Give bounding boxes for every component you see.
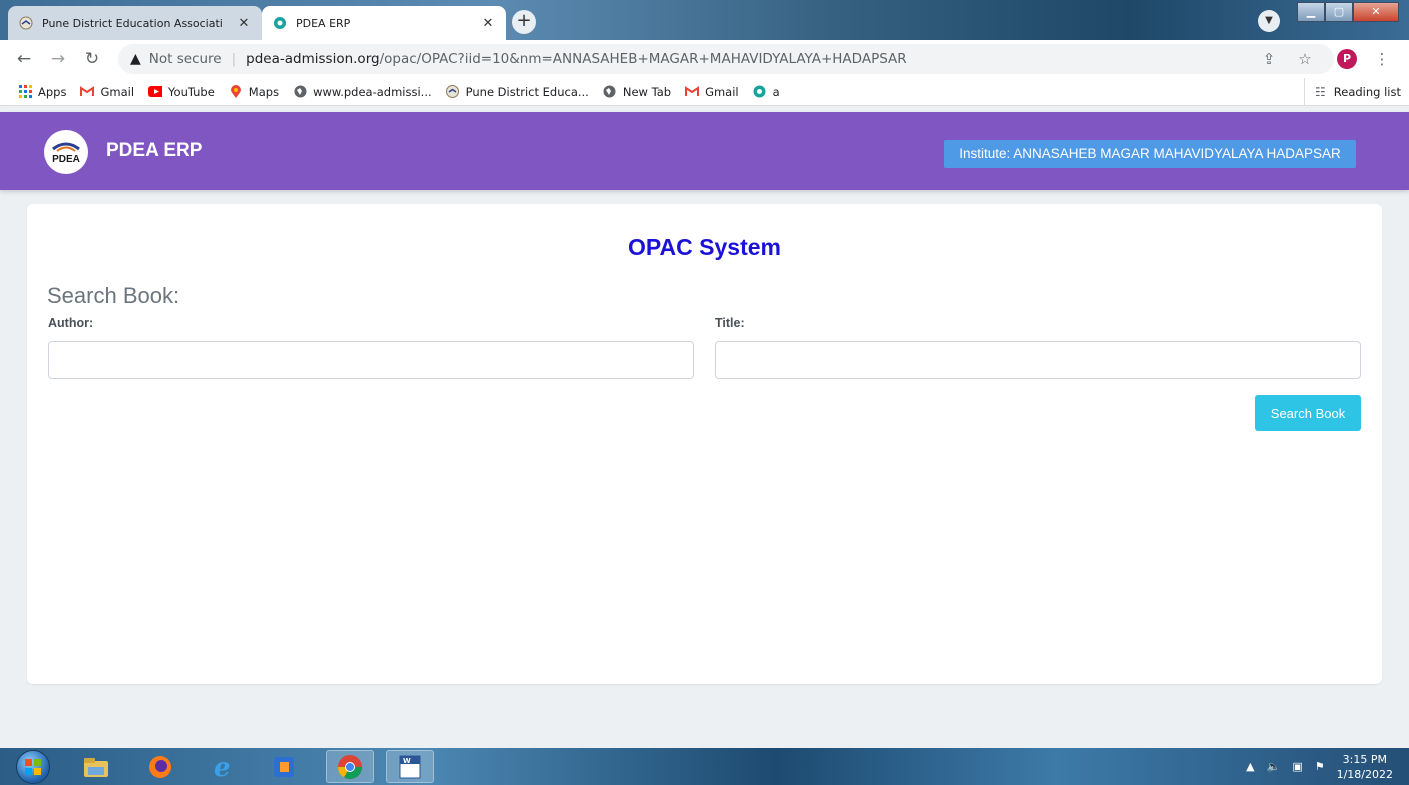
bookmark-label: New Tab <box>622 84 672 99</box>
gmail-icon <box>80 85 95 99</box>
bookmark-label: Apps <box>38 84 67 99</box>
maximize-icon[interactable]: ▢ <box>1325 2 1353 22</box>
bookmark-gmail-2[interactable]: Gmail <box>685 85 739 99</box>
author-label: Author: <box>48 316 94 330</box>
bookmark-new-tab[interactable]: New Tab <box>603 85 671 99</box>
pdea-favicon-icon <box>18 15 34 31</box>
bookmark-youtube[interactable]: YouTube <box>148 85 215 99</box>
bookmark-label: Gmail <box>705 84 739 99</box>
windows-logo-icon <box>25 759 41 775</box>
url-path: /opac/OPAC?iid=10&nm=ANNASAHEB+MAGAR+MAH… <box>379 51 907 67</box>
word-taskbar-icon[interactable]: W <box>386 750 434 783</box>
bookmark-star-icon[interactable]: ☆ <box>1295 49 1315 69</box>
menu-kebab-icon[interactable]: ⋮ <box>1372 49 1392 69</box>
show-hidden-icons-icon[interactable]: ▲ <box>1246 760 1254 773</box>
globe-icon <box>293 85 307 99</box>
action-center-flag-icon[interactable]: ⚑ <box>1315 760 1325 773</box>
windows-taskbar: e W ▲ 🔈 ▣ ⚑ 3:15 PM 1/18/2022 <box>0 748 1409 785</box>
bookmark-label: www.pdea-admissi... <box>313 84 432 99</box>
share-icon[interactable]: ⇪ <box>1259 49 1279 69</box>
minimize-icon[interactable]: ▁ <box>1297 2 1325 22</box>
bookmark-label: Gmail <box>100 84 135 99</box>
maps-icon <box>229 84 243 99</box>
explorer-taskbar-icon[interactable] <box>76 750 116 783</box>
bookmark-a[interactable]: a <box>753 85 780 99</box>
reading-list-icon: ☷ <box>1315 85 1326 99</box>
logo-emblem-icon <box>52 142 80 152</box>
youtube-icon <box>148 85 163 99</box>
site-favicon-icon <box>272 15 288 31</box>
reading-list-label: Reading list <box>1333 85 1401 99</box>
opac-card: OPAC System Search Book: Author: Title: … <box>27 204 1382 684</box>
svg-text:e: e <box>214 754 231 780</box>
app-header: PDEA PDEA ERP Institute: ANNASAHEB MAGAR… <box>0 112 1409 190</box>
firefox-taskbar-icon[interactable] <box>140 750 180 783</box>
clock-time: 3:15 PM <box>1342 752 1387 766</box>
bookmark-label: Pune District Educa... <box>465 84 589 99</box>
reload-icon[interactable]: ↻ <box>82 49 102 69</box>
tab-label: PDEA ERP <box>296 16 351 30</box>
page-body: PDEA PDEA ERP Institute: ANNASAHEB MAGAR… <box>0 106 1409 748</box>
bookmark-label: YouTube <box>168 84 215 99</box>
tab-pune-district[interactable]: Pune District Education Associati ✕ <box>8 6 262 40</box>
bookmark-label: a <box>772 84 780 99</box>
browser-tab-strip: Pune District Education Associati ✕ PDEA… <box>0 0 1409 40</box>
forward-arrow-icon[interactable]: → <box>48 49 68 69</box>
search-book-button[interactable]: Search Book <box>1255 395 1361 431</box>
new-tab-button[interactable]: + <box>512 10 536 34</box>
globe-icon <box>603 85 617 99</box>
start-button[interactable] <box>16 750 50 784</box>
network-icon[interactable]: ▣ <box>1292 760 1302 773</box>
gmail-icon <box>685 85 700 99</box>
svg-text:W: W <box>403 757 411 765</box>
divider: | <box>231 51 237 67</box>
bookmark-apps[interactable]: Apps <box>18 85 66 99</box>
bookmark-label: Maps <box>248 84 280 99</box>
site-icon <box>753 85 767 99</box>
internet-explorer-taskbar-icon[interactable]: e <box>204 750 244 783</box>
brand-title[interactable]: PDEA ERP <box>106 140 202 162</box>
bookmark-maps[interactable]: Maps <box>229 84 280 99</box>
close-icon[interactable]: ✕ <box>236 16 252 31</box>
title-input[interactable] <box>715 341 1361 379</box>
pdea-logo[interactable]: PDEA <box>44 130 88 174</box>
profile-avatar[interactable]: P <box>1337 49 1357 69</box>
bookmark-pdea-admission[interactable]: www.pdea-admissi... <box>293 85 432 99</box>
volume-icon[interactable]: 🔈 <box>1267 760 1281 773</box>
tab-search-icon[interactable]: ▼ <box>1258 10 1280 32</box>
bookmarks-bar: Apps Gmail YouTube Maps www.pdea-admissi… <box>0 78 1409 106</box>
page-title: OPAC System <box>628 234 781 260</box>
browser-toolbar: ← → ↻ ▲ Not secure | pdea-admission.org … <box>0 40 1409 78</box>
pdea-icon <box>446 85 460 99</box>
clock-date: 1/18/2022 <box>1336 767 1393 781</box>
apps-grid-icon <box>18 85 32 99</box>
chrome-taskbar-icon[interactable] <box>326 750 374 783</box>
security-status: Not secure <box>148 51 222 67</box>
bookmark-pune-district[interactable]: Pune District Educa... <box>446 85 589 99</box>
system-clock[interactable]: 3:15 PM 1/18/2022 <box>1337 752 1393 782</box>
tab-label: Pune District Education Associati <box>42 16 223 30</box>
window-controls: ▁ ▢ ✕ <box>1297 2 1399 22</box>
warning-icon[interactable]: ▲ <box>130 51 141 67</box>
close-icon[interactable]: ✕ <box>480 16 496 31</box>
institute-badge[interactable]: Institute: ANNASAHEB MAGAR MAHAVIDYALAYA… <box>944 140 1356 168</box>
tab-pdea-erp[interactable]: PDEA ERP ✕ <box>262 6 506 40</box>
logo-text: PDEA <box>52 154 80 165</box>
reading-list-button[interactable]: ☷ Reading list <box>1304 78 1401 106</box>
close-window-icon[interactable]: ✕ <box>1353 2 1399 22</box>
media-player-taskbar-icon[interactable] <box>264 750 304 783</box>
back-arrow-icon[interactable]: ← <box>14 49 34 69</box>
address-bar[interactable]: ▲ Not secure | pdea-admission.org /opac/… <box>118 44 1334 74</box>
bookmark-gmail[interactable]: Gmail <box>80 85 134 99</box>
author-input[interactable] <box>48 341 694 379</box>
system-tray: ▲ 🔈 ▣ ⚑ 3:15 PM 1/18/2022 <box>1246 748 1393 785</box>
search-heading: Search Book: <box>47 283 180 308</box>
url-host: pdea-admission.org <box>246 51 380 67</box>
title-label: Title: <box>715 316 745 330</box>
